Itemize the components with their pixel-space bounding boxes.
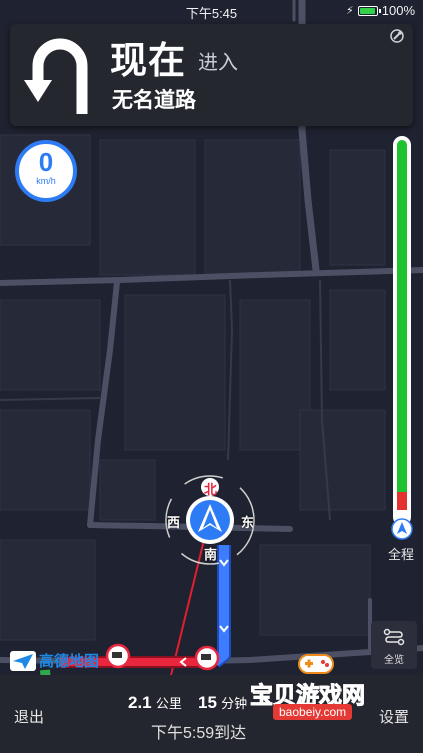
guidance-distance: 现在	[110, 40, 186, 81]
watermark: 宝贝游戏网 baobeiy.com	[250, 654, 398, 724]
route-progress-bar	[393, 136, 411, 526]
vehicle-arrow-icon	[198, 504, 222, 532]
compass-south: 南	[204, 547, 218, 562]
compass[interactable]: 北 南 东 西	[161, 472, 259, 570]
trip-time-value: 15	[198, 693, 217, 712]
turn-guidance-panel[interactable]: 现在 进入 无名道路	[10, 24, 413, 126]
gamepad-icon	[298, 654, 334, 674]
paper-plane-icon	[10, 650, 36, 671]
vehicle-position-icon	[391, 518, 413, 540]
trip-time-unit: 分钟	[221, 696, 248, 711]
trip-distance-value: 2.1	[128, 693, 152, 712]
status-bar: 下午5:45 ⚡ 100%	[0, 0, 423, 22]
satellite-signal-icon	[390, 29, 404, 43]
speed-unit: km/h	[36, 176, 56, 186]
compass-west: 西	[167, 515, 181, 530]
speed-indicator: 0 km/h	[15, 140, 77, 202]
battery-icon	[357, 5, 381, 16]
trip-arrival: 下午5:59到达	[151, 725, 247, 742]
trip-summary: 2.1 公里 15 分钟	[128, 693, 259, 713]
charging-icon: ⚡	[346, 5, 354, 17]
progress-congestion	[397, 492, 407, 510]
guidance-road-name: 无名道路	[112, 89, 196, 112]
compass-east: 东	[241, 515, 255, 530]
watermark-url: baobeiy.com	[273, 704, 353, 720]
compass-north: 北	[204, 482, 218, 497]
u-turn-icon	[24, 38, 88, 114]
speed-value: 0	[38, 147, 54, 177]
guidance-action: 进入	[198, 52, 238, 74]
brand-name: 高德地图	[39, 653, 100, 670]
route-overview-icon	[383, 628, 405, 646]
status-right: ⚡ 100%	[346, 3, 415, 18]
progress-remaining	[397, 140, 407, 493]
route-progress-label: 全程	[388, 547, 415, 562]
battery-percentage: 100%	[381, 3, 415, 18]
trip-distance-unit: 公里	[155, 696, 182, 711]
brand-logo: 高德地图	[10, 650, 99, 671]
exit-button[interactable]: 退出	[14, 706, 44, 727]
